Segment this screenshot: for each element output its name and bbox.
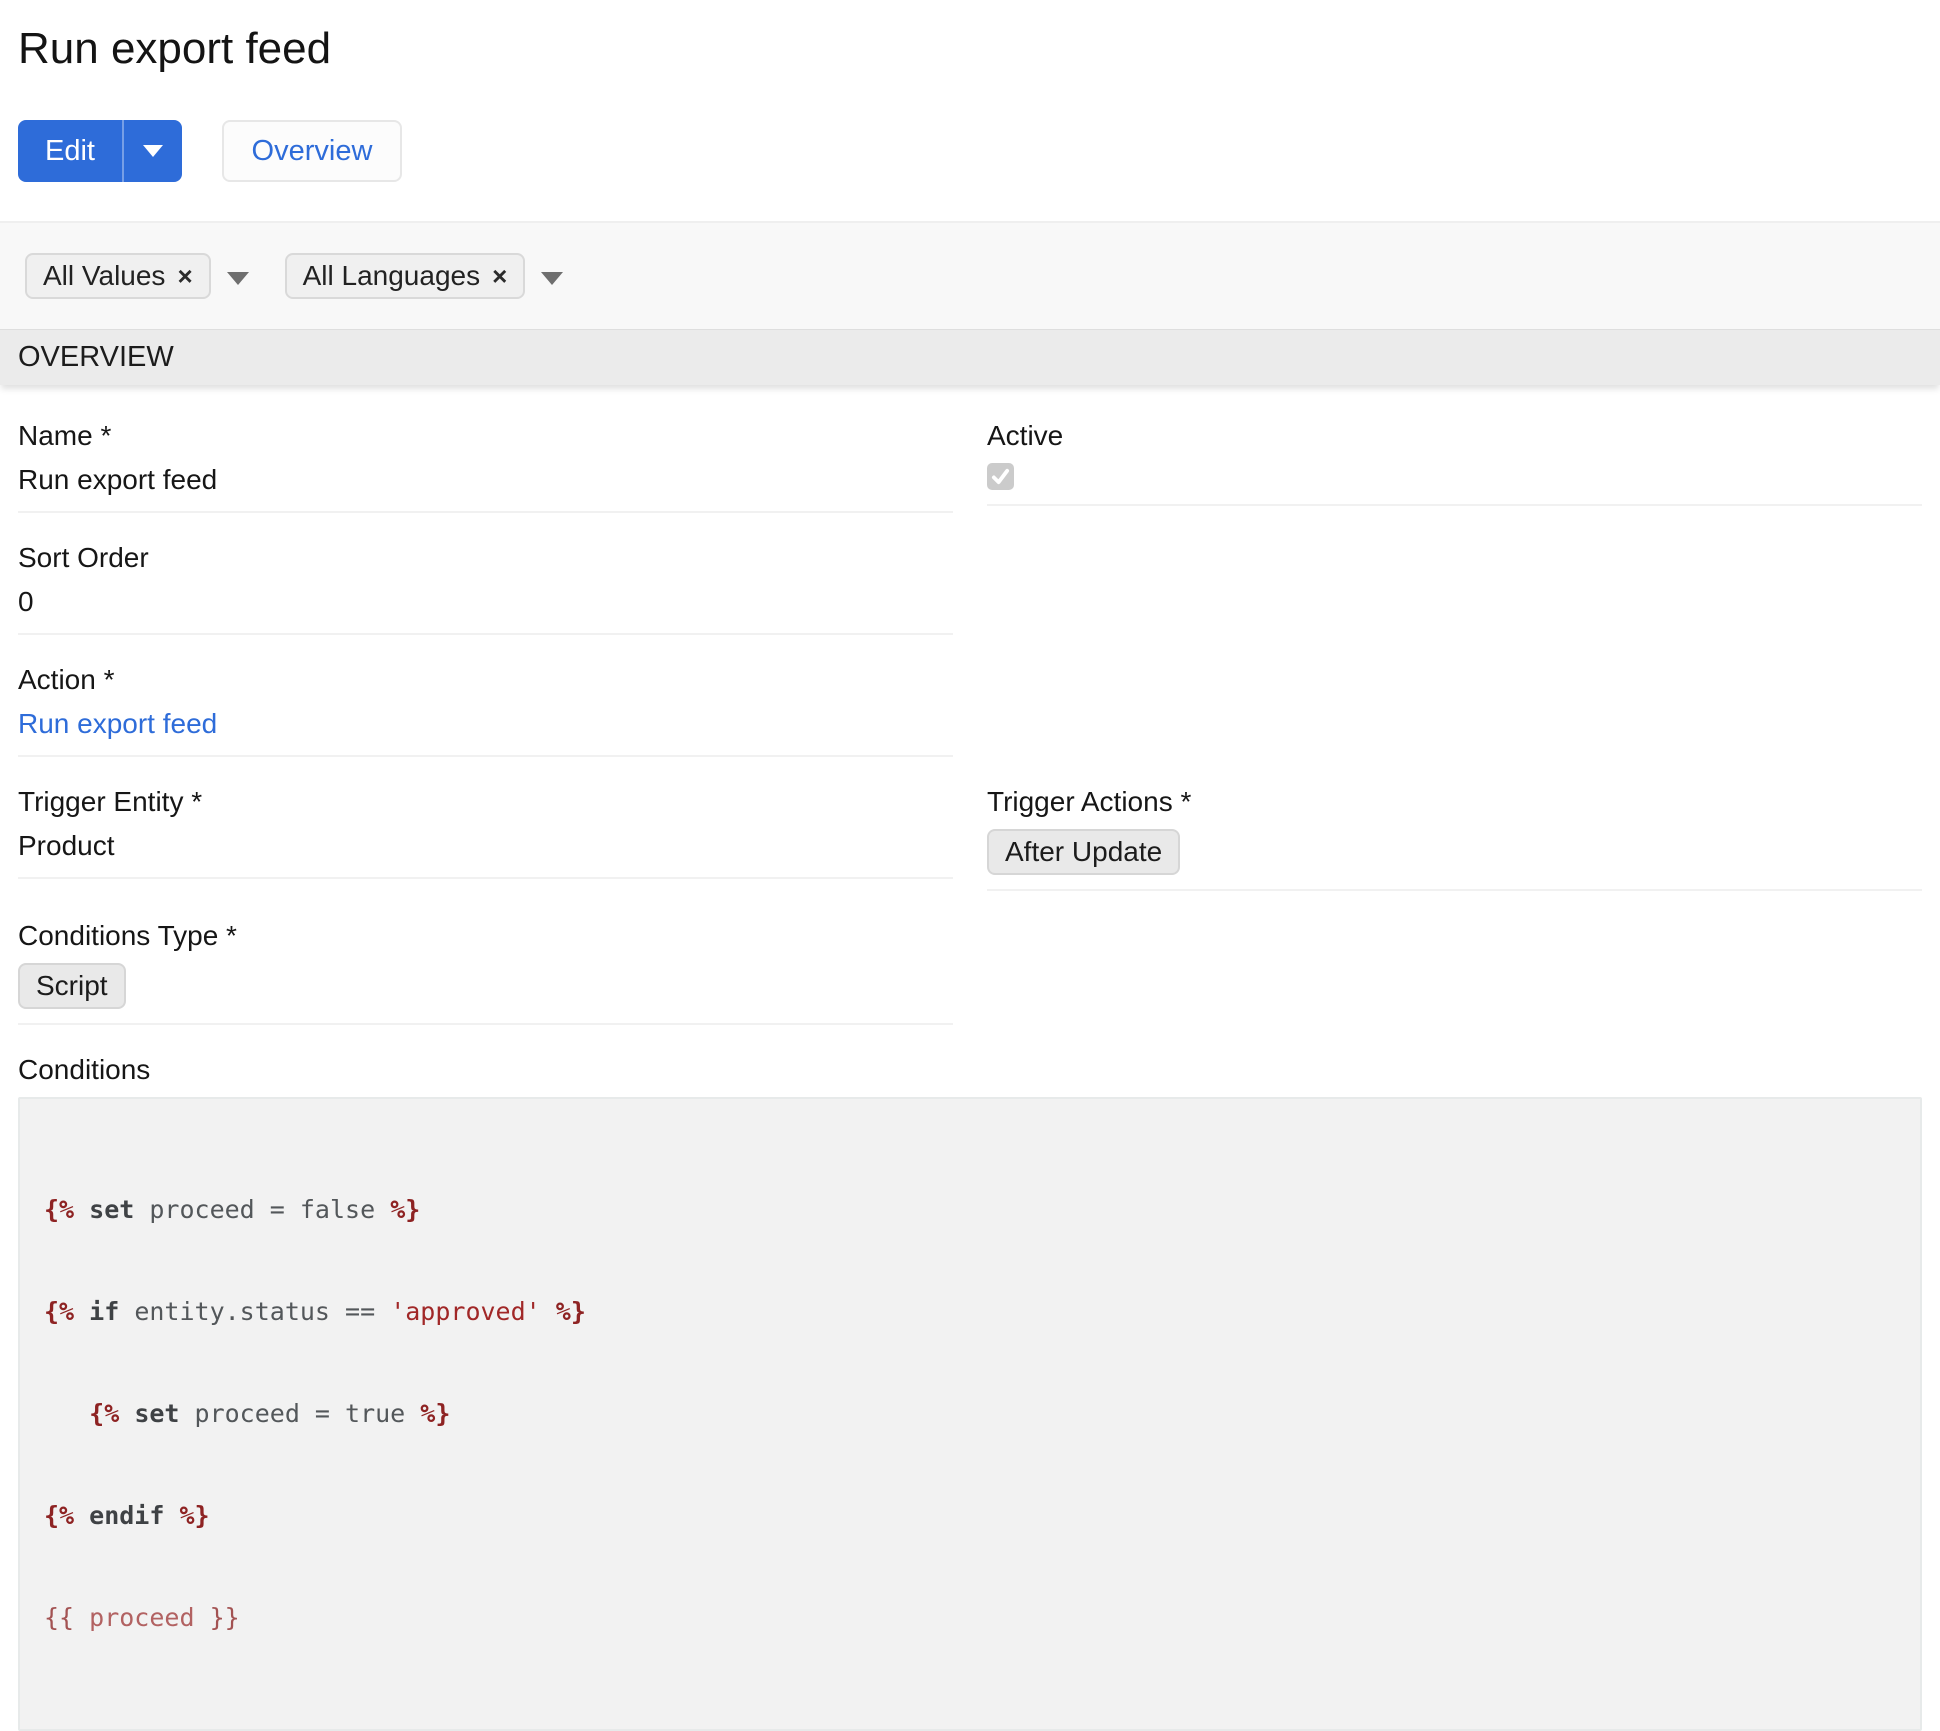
code-line: {{ proceed }} — [44, 1601, 1896, 1635]
trigger-actions-tag: After Update — [987, 829, 1180, 875]
conditions-type-label: Conditions Type * — [18, 919, 953, 953]
chevron-down-icon[interactable] — [227, 272, 249, 285]
action-link[interactable]: Run export feed — [18, 708, 217, 739]
trigger-entity-field: Trigger Entity * Product — [18, 785, 953, 879]
remove-icon[interactable]: × — [177, 263, 192, 289]
conditions-type-field: Conditions Type * Script — [18, 919, 953, 1025]
trigger-actions-label: Trigger Actions * — [987, 785, 1922, 819]
sort-order-value: 0 — [18, 585, 953, 619]
name-label: Name * — [18, 419, 953, 453]
section-header-label: OVERVIEW — [18, 341, 174, 374]
sort-order-label: Sort Order — [18, 541, 953, 575]
conditions-field: Conditions {% set proceed = false %} {% … — [18, 1053, 1922, 1731]
action-label: Action * — [18, 663, 953, 697]
active-field: Active — [987, 419, 1922, 506]
edit-dropdown-button[interactable] — [122, 120, 182, 182]
code-line: {% if entity.status == 'approved' %} — [44, 1295, 1896, 1329]
toolbar: Edit Overview — [18, 120, 1922, 182]
chevron-down-icon — [143, 145, 163, 157]
active-value — [987, 463, 1922, 490]
filter-chip-label: All Values — [43, 260, 165, 292]
section-header-overview: OVERVIEW — [0, 329, 1940, 385]
active-label: Active — [987, 419, 1922, 453]
conditions-label: Conditions — [18, 1053, 1922, 1087]
name-value: Run export feed — [18, 463, 953, 497]
sort-order-field: Sort Order 0 — [18, 541, 953, 635]
checkmark-icon — [991, 467, 1010, 486]
edit-button[interactable]: Edit — [18, 120, 122, 182]
chevron-down-icon[interactable] — [541, 272, 563, 285]
code-line: {% set proceed = true %} — [44, 1397, 1896, 1431]
action-field: Action * Run export feed — [18, 663, 953, 757]
edit-split-button: Edit — [18, 120, 182, 182]
code-line: {% set proceed = false %} — [44, 1193, 1896, 1227]
trigger-entity-value: Product — [18, 829, 953, 863]
remove-icon[interactable]: × — [492, 263, 507, 289]
filter-chip-all-languages[interactable]: All Languages × — [285, 253, 526, 299]
active-checkbox[interactable] — [987, 463, 1014, 490]
code-line: {% endif %} — [44, 1499, 1896, 1533]
conditions-code-block: {% set proceed = false %} {% if entity.s… — [18, 1097, 1922, 1731]
trigger-actions-field: Trigger Actions * After Update — [987, 785, 1922, 891]
overview-button[interactable]: Overview — [222, 120, 402, 182]
filter-chip-all-values[interactable]: All Values × — [25, 253, 211, 299]
name-field: Name * Run export feed — [18, 419, 953, 513]
filter-bar: All Values × All Languages × — [0, 221, 1940, 329]
page-title: Run export feed — [0, 0, 1940, 74]
filter-chip-label: All Languages — [303, 260, 480, 292]
conditions-type-tag: Script — [18, 963, 126, 1009]
trigger-entity-label: Trigger Entity * — [18, 785, 953, 819]
overview-form: Name * Run export feed Active Sort Order… — [0, 385, 1940, 1731]
